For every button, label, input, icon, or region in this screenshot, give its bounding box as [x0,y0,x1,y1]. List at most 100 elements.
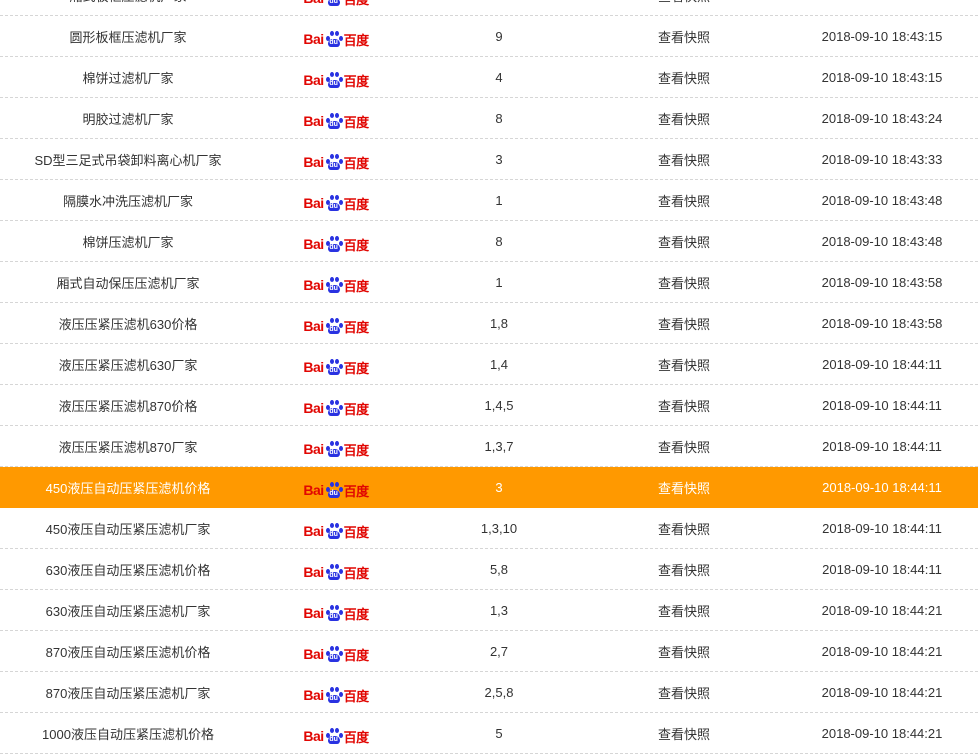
keyword-cell: 450液压自动压紧压滤机厂家 [45,521,211,537]
paw-icon: du [325,317,343,335]
table-row: 明胶过滤机厂家 Bai du 百度 8 查看快照 2018-09-10 18:43:24 [0,98,978,139]
engine-cell: Baidu百度 [256,639,416,663]
table-row: 630液压自动压紧压滤机厂家 Bai du 百度 1,3 查看快照 2018-09-10 1… [0,590,978,631]
view-snapshot-link[interactable]: 查看快照 [582,109,786,128]
rank-cell: 4 [495,69,503,85]
engine-cell: Baidu百度 [256,24,416,48]
keyword-cell: 圆形板框压滤机厂家 [69,29,187,45]
keyword-cell: 液压压紧压滤机630厂家 [58,357,198,373]
view-snapshot-link[interactable]: 查看快照 [582,232,786,251]
view-snapshot-link[interactable]: 查看快照 [582,642,786,661]
table-row: 870液压自动压紧压滤机厂家 Bai du 百度 2,5,8 查看快照 2018-09-10… [0,672,978,713]
table-row: 液压压紧压滤机630价格 Bai du 百度 1,8 查看快照 2018-09-10 18:… [0,303,978,344]
baidu-logo: Baidu百度 [303,0,369,7]
paw-icon: du [325,194,343,212]
timestamp-cell: 2018-09-10 18:43:58 [821,274,943,290]
table-row: 液压压紧压滤机870厂家 Bai du 百度 1,3,7 查看快照 2018-09-10 1… [0,426,978,467]
view-snapshot-link[interactable]: 查看快照 [582,601,786,620]
engine-cell: Baidu百度 [256,352,416,376]
view-snapshot-link[interactable]: 查看快照 [582,519,786,538]
view-snapshot-link[interactable]: 查看快照 [582,314,786,333]
table-row: 厢式板框压滤机厂家 Baidu百度 查看快照 [0,0,978,16]
keyword-cell: 厢式自动保压压滤机厂家 [56,275,200,291]
engine-cell: Baidu百度 [256,106,416,130]
view-snapshot-link[interactable]: 查看快照 [582,0,786,5]
view-snapshot-link[interactable]: 查看快照 [582,724,786,743]
view-snapshot-link[interactable]: 查看快照 [582,150,786,169]
table-row: 450液压自动压紧压滤机价格 Bai du 百度 3 查看快照 2018-09-10 18:… [0,467,978,508]
view-snapshot-link[interactable]: 查看快照 [582,355,786,374]
view-snapshot-link[interactable]: 查看快照 [582,560,786,579]
paw-icon: du [325,481,343,499]
engine-cell: Baidu百度 [256,65,416,89]
timestamp-cell: 2018-09-10 18:44:11 [822,356,942,372]
timestamp-cell: 2018-09-10 18:44:11 [822,520,942,536]
paw-icon: du [325,645,343,663]
keyword-cell: 液压压紧压滤机870厂家 [58,439,198,455]
timestamp-cell: 2018-09-10 18:44:11 [822,438,942,454]
baidu-logo: Baidu百度 [303,30,369,48]
paw-icon: du [325,604,343,622]
timestamp-cell: 2018-09-10 18:43:15 [821,69,943,85]
baidu-logo: Baidu百度 [303,317,369,335]
engine-cell: Baidu百度 [256,557,416,581]
timestamp-cell: 2018-09-10 18:44:11 [822,479,942,495]
timestamp-cell: 2018-09-10 18:43:24 [821,110,943,126]
baidu-logo: Baidu百度 [303,194,369,212]
timestamp-cell: 2018-09-10 18:44:11 [822,397,942,413]
ranking-table: 厢式板框压滤机厂家Baidu百度查看快照圆形板框压滤机厂家Baidu百度9查看快… [0,0,978,754]
paw-icon: du [327,0,340,6]
baidu-logo: Baidu百度 [303,645,369,663]
engine-cell: Baidu百度 [256,475,416,499]
view-snapshot-link[interactable]: 查看快照 [582,478,786,497]
baidu-logo: Baidu百度 [303,727,369,745]
timestamp-cell: 2018-09-10 18:43:33 [821,151,943,167]
view-snapshot-link[interactable]: 查看快照 [582,27,786,46]
keyword-cell: 棉饼过滤机厂家 [82,70,174,86]
rank-cell: 1,3,10 [480,520,518,536]
engine-cell: Baidu百度 [256,721,416,745]
table-row: 液压压紧压滤机870价格 Bai du 百度 1,4,5 查看快照 2018-09-10 1… [0,385,978,426]
keyword-cell: 隔膜水冲洗压滤机厂家 [62,193,193,209]
table-row: 厢式自动保压压滤机厂家 Bai du 百度 1 查看快照 2018-09-10 18:43:… [0,262,978,303]
engine-cell: Baidu百度 [256,270,416,294]
table-row: 450液压自动压紧压滤机厂家 Bai du 百度 1,3,10 查看快照 2018-09-1… [0,508,978,549]
timestamp-cell: 2018-09-10 18:44:21 [821,725,943,741]
table-row: 棉饼过滤机厂家 Bai du 百度 4 查看快照 2018-09-10 18:43:15 [0,57,978,98]
view-snapshot-link[interactable]: 查看快照 [582,396,786,415]
timestamp-cell: 2018-09-10 18:43:48 [821,192,943,208]
keyword-cell: 明胶过滤机厂家 [82,111,174,127]
paw-icon: du [325,686,343,704]
engine-cell: Baidu百度 [256,680,416,704]
timestamp-cell: 2018-09-10 18:44:21 [821,643,943,659]
baidu-logo: Baidu百度 [303,71,369,89]
paw-icon: du [325,30,343,48]
paw-icon: du [325,727,343,745]
keyword-cell: 450液压自动压紧压滤机价格 [45,480,211,496]
table-row: 1000液压自动压紧压滤机价格 Bai du 百度 5 查看快照 2018-09-10 18… [0,713,978,754]
paw-icon: du [325,358,343,376]
table-row: 棉饼压滤机厂家 Bai du 百度 8 查看快照 2018-09-10 18:43:48 [0,221,978,262]
engine-cell: Baidu百度 [256,311,416,335]
timestamp-cell: 2018-09-10 18:43:48 [821,233,943,249]
keyword-cell: 棉饼压滤机厂家 [82,234,174,250]
view-snapshot-link[interactable]: 查看快照 [582,191,786,210]
table-row: 圆形板框压滤机厂家 Bai du 百度 9 查看快照 2018-09-10 18:43:15 [0,16,978,57]
engine-cell: Baidu百度 [256,229,416,253]
baidu-logo: Baidu百度 [303,481,369,499]
baidu-logo: Baidu百度 [303,277,369,294]
paw-icon: du [325,71,343,89]
baidu-logo: Baidu百度 [303,686,369,704]
rank-cell: 1 [495,274,503,290]
table-row: 630液压自动压紧压滤机价格 Bai du 百度 5,8 查看快照 2018-09-10 1… [0,549,978,590]
view-snapshot-link[interactable]: 查看快照 [582,437,786,456]
keyword-cell: 1000液压自动压紧压滤机价格 [42,726,214,742]
engine-cell: Baidu百度 [256,516,416,540]
view-snapshot-link[interactable]: 查看快照 [582,68,786,87]
view-snapshot-link[interactable]: 查看快照 [582,683,786,702]
view-snapshot-link[interactable]: 查看快照 [582,273,786,292]
rank-cell: 2,5,8 [484,684,514,700]
engine-cell: Baidu百度 [256,434,416,458]
timestamp-cell: 2018-09-10 18:43:15 [821,28,943,44]
rank-cell: 3 [495,151,503,167]
